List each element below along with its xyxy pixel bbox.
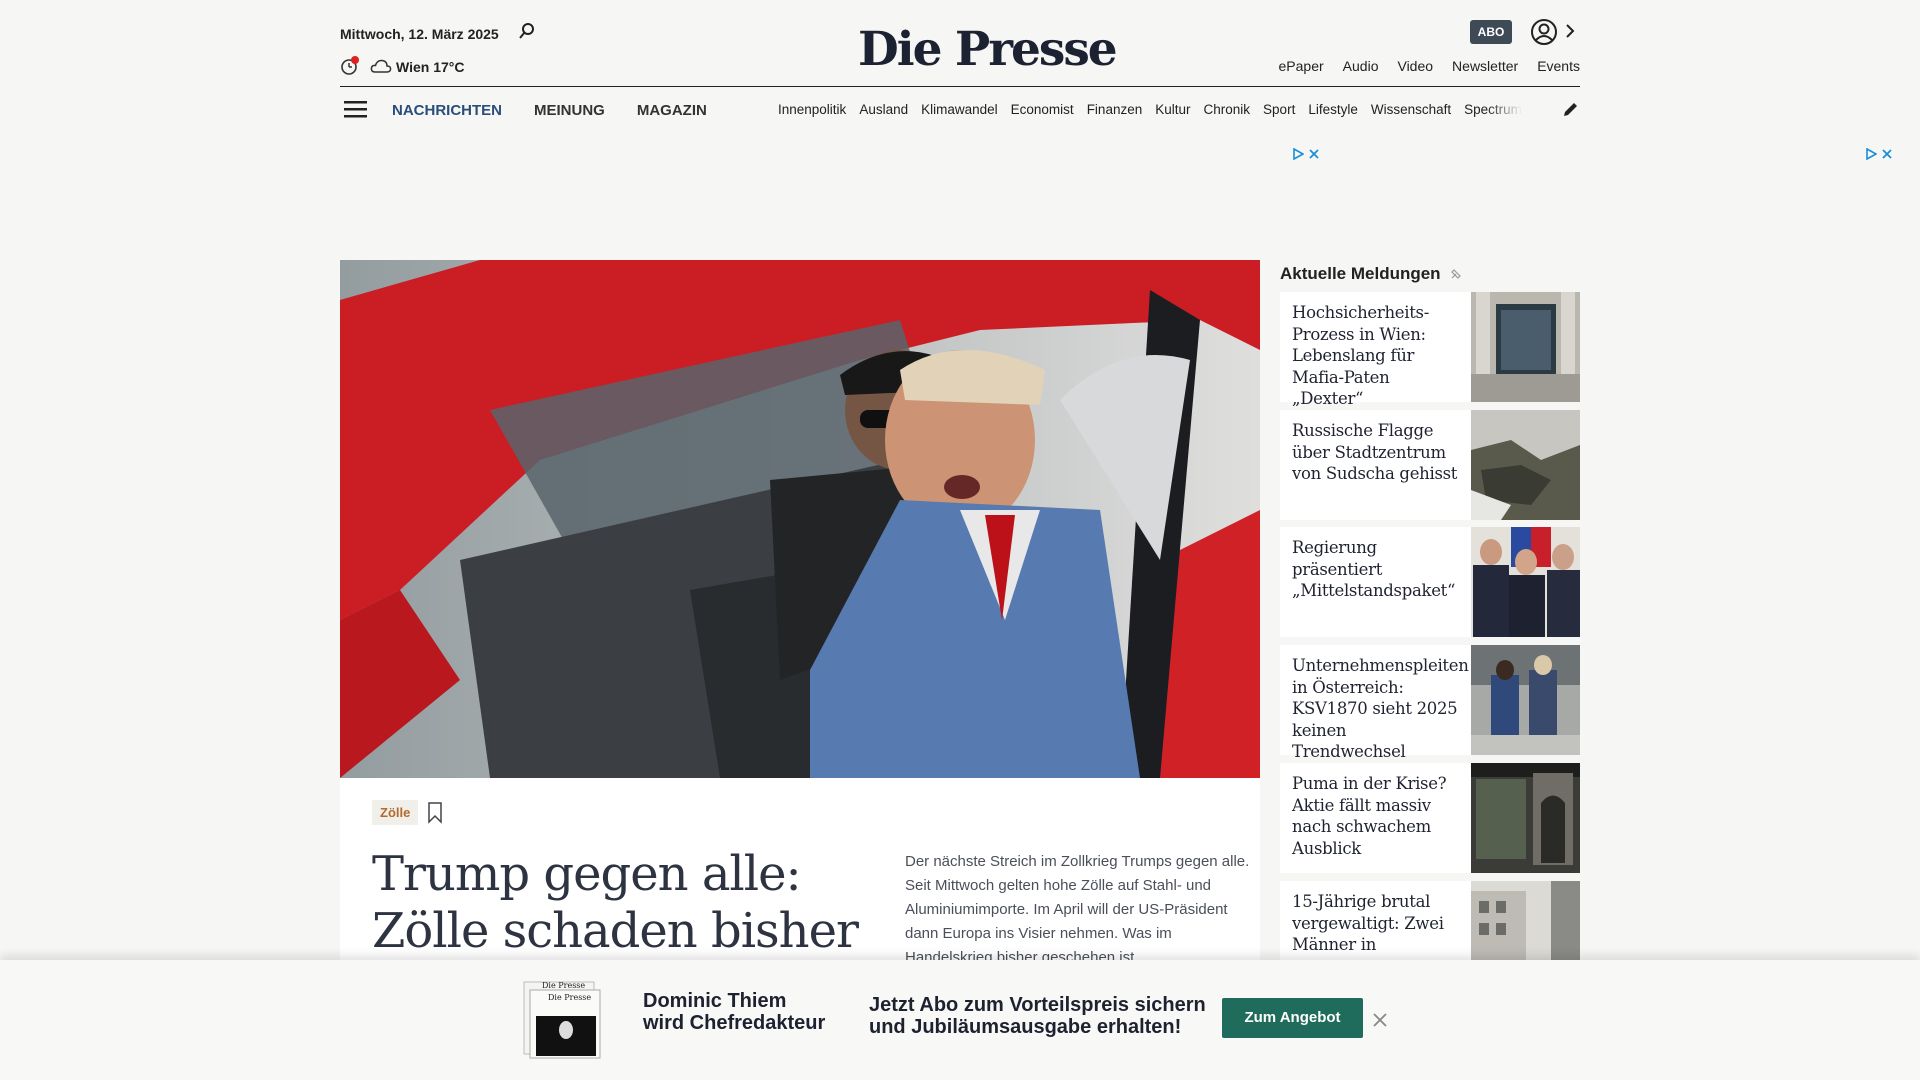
abo-button[interactable]: ABO xyxy=(1470,20,1512,44)
news-item[interactable]: Russische Flagge über Stadtzentrum von S… xyxy=(1280,410,1580,520)
site-logo[interactable]: Die Presse xyxy=(858,22,1118,77)
nav-ausland[interactable]: Ausland xyxy=(859,102,908,117)
site-header: Mittwoch, 12. März 2025 Wien 17°C Die Pr… xyxy=(0,0,1920,132)
ad-play-icon[interactable] xyxy=(1292,148,1304,160)
article-teaser: Der nächste Streich im Zollkrieg Trumps … xyxy=(905,853,1250,966)
hamburger-icon[interactable] xyxy=(344,99,368,119)
hero-image[interactable] xyxy=(340,260,1260,778)
nav-spectrum[interactable]: Spectrum xyxy=(1464,102,1522,117)
article-headline[interactable]: Trump gegen alle: Zölle schaden bisher xyxy=(372,846,892,960)
nav-nachrichten[interactable]: NACHRICHTEN xyxy=(392,102,502,119)
news-item-image[interactable] xyxy=(1471,763,1580,873)
nav-klimawandel[interactable]: Klimawandel xyxy=(921,102,998,117)
news-item-title[interactable]: Unternehmenspleiten in Österreich: KSV18… xyxy=(1292,655,1469,763)
news-item-title[interactable]: Regierung präsentiert „Mittelstandspaket… xyxy=(1292,537,1462,602)
sidebar-title: Aktuelle Meldungen xyxy=(1280,264,1441,283)
nav-meinung[interactable]: MEINUNG xyxy=(534,102,605,119)
nav-finanzen[interactable]: Finanzen xyxy=(1087,102,1143,117)
current-date: Mittwoch, 12. März 2025 xyxy=(340,26,499,42)
news-item-image[interactable] xyxy=(1471,410,1580,520)
news-item-image[interactable] xyxy=(1471,527,1580,637)
bookmark-icon[interactable] xyxy=(427,802,443,824)
banner-offer-line-2: und Jubiläumsausgabe erhalten! xyxy=(869,1016,1182,1038)
cloud-icon xyxy=(370,59,392,73)
user-icon[interactable] xyxy=(1530,18,1558,46)
banner-offer: Jetzt Abo zum Vorteilspreis sichern und … xyxy=(869,994,1209,1038)
section-nav: Innenpolitik Ausland Klimawandel Economi… xyxy=(778,102,1540,117)
nav-chronik[interactable]: Chronik xyxy=(1204,102,1251,117)
nav-magazin[interactable]: MAGAZIN xyxy=(637,102,707,119)
link-audio[interactable]: Audio xyxy=(1343,58,1379,74)
news-item[interactable]: Regierung präsentiert „Mittelstandspaket… xyxy=(1280,527,1580,637)
newspaper-stack-image: Die Presse Die Presse xyxy=(523,981,601,1059)
offer-button[interactable]: Zum Angebot xyxy=(1222,998,1363,1038)
news-item-title[interactable]: 15-Jährige brutal vergewaltigt: Zwei Män… xyxy=(1292,891,1462,956)
news-item-title[interactable]: Russische Flagge über Stadtzentrum von S… xyxy=(1292,420,1462,485)
nav-wissenschaft[interactable]: Wissenschaft xyxy=(1371,102,1451,117)
news-item[interactable]: Puma in der Krise? Aktie fällt massiv na… xyxy=(1280,763,1580,873)
pin-icon xyxy=(1451,269,1461,279)
main-nav: NACHRICHTEN MEINUNG MAGAZIN xyxy=(392,102,707,119)
clock-icon[interactable] xyxy=(340,56,360,76)
news-item[interactable]: Hochsicherheits-Prozess in Wien: Lebensl… xyxy=(1280,292,1580,408)
weather-text: Wien 17°C xyxy=(396,59,465,75)
paper-logo-back: Die Presse xyxy=(542,981,585,990)
news-item[interactable]: 15-Jährige brutal vergewaltigt: Zwei Män… xyxy=(1280,881,1580,960)
banner-name-line-2: wird Chefredakteur xyxy=(643,1012,826,1034)
ad-choices[interactable] xyxy=(1292,148,1320,160)
nav-lifestyle[interactable]: Lifestyle xyxy=(1308,102,1358,117)
headline-line-1[interactable]: Trump gegen alle: xyxy=(372,846,892,903)
news-item-image[interactable] xyxy=(1471,645,1580,755)
link-newsletter[interactable]: Newsletter xyxy=(1452,58,1518,74)
nav-sport[interactable]: Sport xyxy=(1263,102,1295,117)
close-icon[interactable] xyxy=(1372,1012,1388,1028)
banner-name-line-1: Dominic Thiem xyxy=(643,990,787,1012)
nav-kultur[interactable]: Kultur xyxy=(1155,102,1190,117)
ad-close-icon[interactable] xyxy=(1881,148,1893,160)
link-epaper[interactable]: ePaper xyxy=(1279,58,1324,74)
banner-offer-line-1: Jetzt Abo zum Vorteilspreis sichern xyxy=(869,994,1206,1016)
nav-innenpolitik[interactable]: Innenpolitik xyxy=(778,102,846,117)
ad-close-icon[interactable] xyxy=(1308,148,1320,160)
pencil-icon[interactable] xyxy=(1562,100,1580,118)
news-item-title[interactable]: Hochsicherheits-Prozess in Wien: Lebensl… xyxy=(1292,302,1462,410)
headline-line-2[interactable]: Zölle schaden bisher xyxy=(372,903,892,960)
banner-headline: Dominic Thiem wird Chefredakteur xyxy=(643,990,863,1034)
nav-economist[interactable]: Economist xyxy=(1011,102,1074,117)
news-item[interactable]: Unternehmenspleiten in Österreich: KSV18… xyxy=(1280,645,1580,761)
paper-logo-front: Die Presse xyxy=(548,993,591,1002)
topic-tag[interactable]: Zölle xyxy=(372,800,419,825)
chevron-right-icon[interactable] xyxy=(1564,22,1576,40)
link-events[interactable]: Events xyxy=(1537,58,1580,74)
news-item-title[interactable]: Puma in der Krise? Aktie fällt massiv na… xyxy=(1292,773,1462,859)
search-icon[interactable] xyxy=(518,22,536,42)
news-item-image[interactable] xyxy=(1471,292,1580,402)
top-links: ePaper Audio Video Newsletter Events xyxy=(1279,58,1580,74)
ad-choices-right[interactable] xyxy=(1865,148,1893,160)
link-video[interactable]: Video xyxy=(1397,58,1433,74)
news-item-image[interactable] xyxy=(1471,881,1580,960)
ad-play-icon[interactable] xyxy=(1865,148,1877,160)
header-divider xyxy=(340,86,1580,87)
